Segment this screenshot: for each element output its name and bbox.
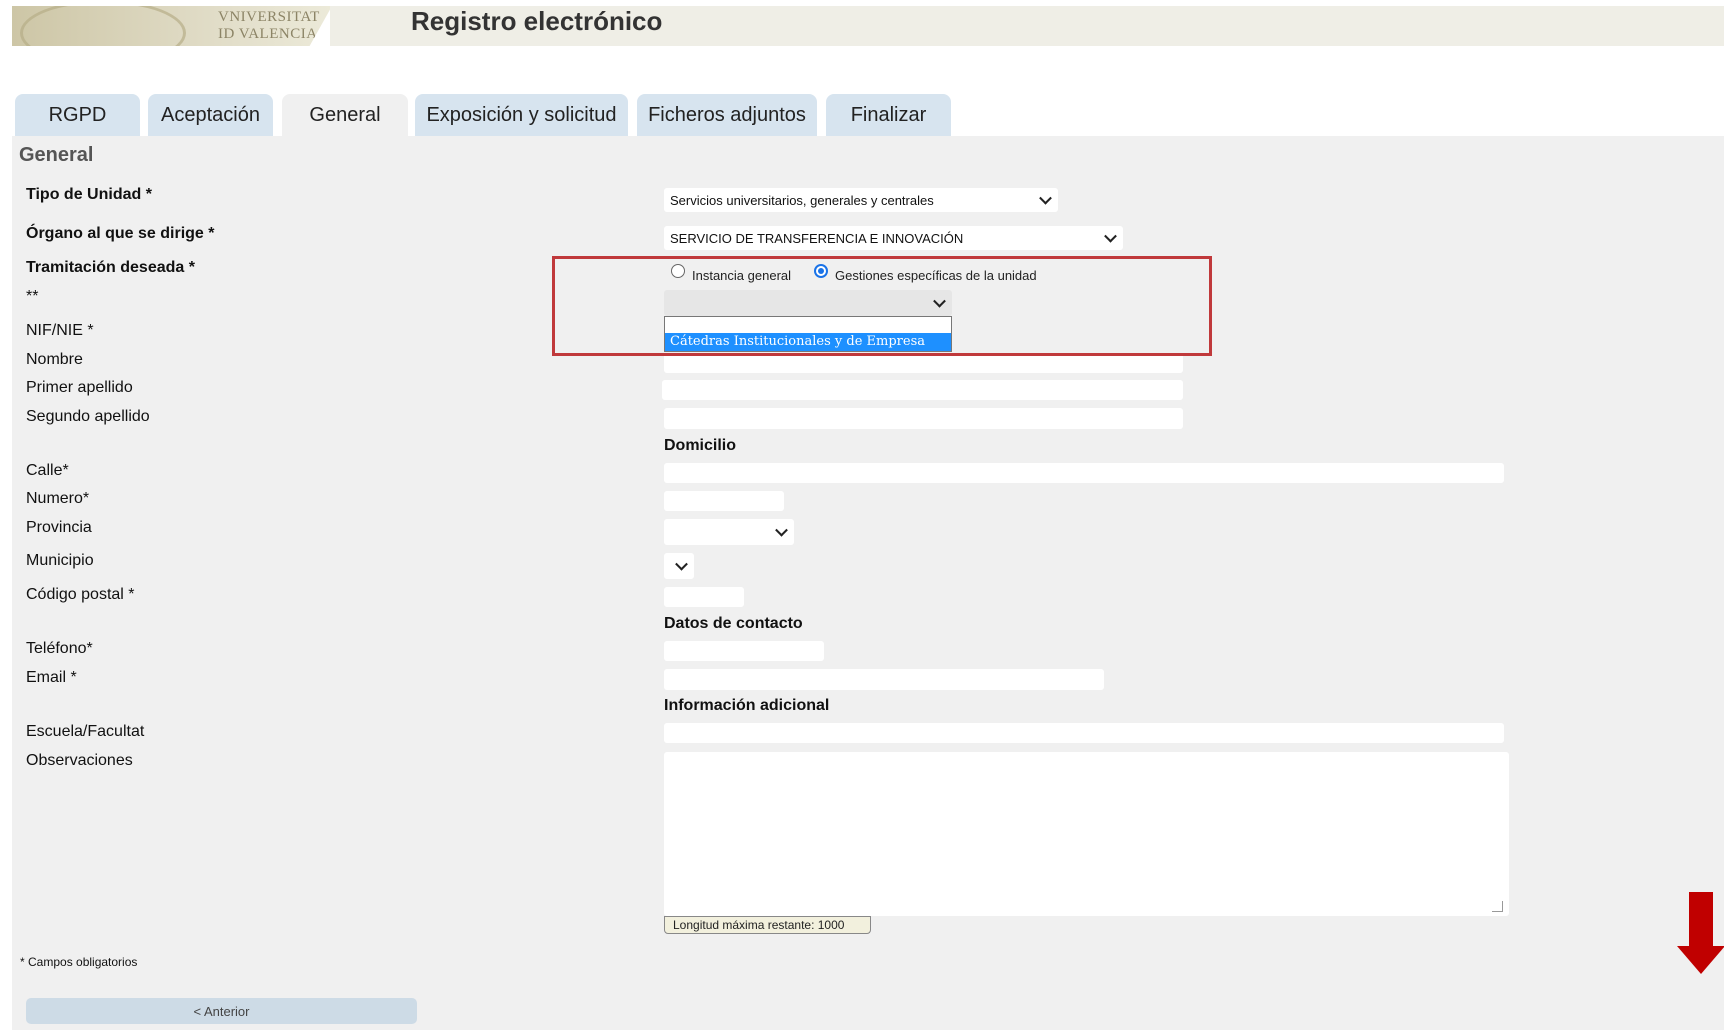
escuela-input[interactable] bbox=[664, 723, 1504, 743]
calle-input[interactable] bbox=[664, 463, 1504, 483]
telefono-input[interactable] bbox=[664, 641, 824, 661]
logo-text: VNIVERSITAT ID VALENCIA bbox=[218, 9, 320, 43]
university-logo: VNIVERSITAT ID VALENCIA bbox=[12, 6, 332, 46]
numero-label: Numero* bbox=[26, 490, 90, 507]
seal-icon bbox=[20, 6, 186, 46]
nombre-label: Nombre bbox=[26, 351, 83, 368]
codigo-postal-input[interactable] bbox=[664, 587, 744, 607]
section-title: General bbox=[19, 144, 94, 166]
logo-text-line2: ID VALENCIA bbox=[218, 26, 318, 42]
info-adicional-heading: Información adicional bbox=[664, 697, 830, 714]
char-counter: Longitud máxima restante: 1000 bbox=[664, 916, 871, 934]
telefono-label: Teléfono* bbox=[26, 640, 93, 657]
page-title: Registro electrónico bbox=[411, 6, 663, 36]
chevron-down-icon bbox=[1039, 191, 1052, 205]
municipio-label: Municipio bbox=[26, 552, 94, 569]
domicilio-heading: Domicilio bbox=[664, 437, 737, 454]
organo-label: Órgano al que se dirige * bbox=[26, 225, 215, 242]
nif-label: NIF/NIE * bbox=[26, 322, 94, 339]
primer-apellido-input[interactable] bbox=[662, 380, 1183, 400]
provincia-label: Provincia bbox=[26, 519, 92, 536]
provincia-select[interactable] bbox=[664, 519, 794, 545]
calle-label: Calle* bbox=[26, 462, 69, 479]
organo-select[interactable]: SERVICIO DE TRANSFERENCIA E INNOVACIÓN bbox=[664, 226, 1123, 250]
escuela-label: Escuela/Facultat bbox=[26, 723, 145, 740]
tab-ficheros-adjuntos[interactable]: Ficheros adjuntos bbox=[637, 94, 817, 136]
chevron-down-icon bbox=[675, 557, 688, 571]
nombre-input[interactable] bbox=[664, 353, 1183, 373]
tab-general[interactable]: General bbox=[282, 94, 408, 136]
primer-apellido-label: Primer apellido bbox=[26, 379, 133, 396]
tipo-unidad-value: Servicios universitarios, generales y ce… bbox=[670, 192, 934, 208]
logo-text-line1: VNIVERSITAT bbox=[218, 9, 320, 25]
email-input[interactable] bbox=[664, 669, 1104, 690]
tab-finalizar[interactable]: Finalizar bbox=[826, 94, 951, 136]
municipio-select[interactable] bbox=[664, 553, 694, 579]
organo-value: SERVICIO DE TRANSFERENCIA E INNOVACIÓN bbox=[670, 230, 964, 246]
segundo-apellido-label: Segundo apellido bbox=[26, 408, 150, 425]
datos-contacto-heading: Datos de contacto bbox=[664, 615, 803, 632]
chevron-down-icon bbox=[1104, 229, 1117, 243]
previous-button[interactable]: < Anterior bbox=[26, 998, 417, 1024]
tab-exposicion-solicitud[interactable]: Exposición y solicitud bbox=[415, 94, 628, 136]
numero-input[interactable] bbox=[664, 491, 784, 511]
down-arrow-head-icon bbox=[1677, 946, 1724, 974]
resize-handle-icon[interactable] bbox=[1492, 901, 1503, 912]
required-fields-note: * Campos obligatorios bbox=[20, 955, 138, 969]
segundo-apellido-input[interactable] bbox=[664, 408, 1183, 429]
tab-rgpd[interactable]: RGPD bbox=[15, 94, 140, 136]
double-star-label: ** bbox=[26, 288, 39, 305]
email-label: Email * bbox=[26, 669, 77, 686]
down-arrow-icon bbox=[1689, 892, 1713, 946]
tab-aceptacion[interactable]: Aceptación bbox=[148, 94, 273, 136]
observaciones-label: Observaciones bbox=[26, 752, 133, 769]
tipo-unidad-label: Tipo de Unidad * bbox=[26, 186, 152, 203]
chevron-down-icon bbox=[775, 523, 788, 537]
tramitacion-label: Tramitación deseada * bbox=[26, 259, 195, 276]
annotation-highlight-box bbox=[552, 256, 1212, 356]
observaciones-textarea[interactable] bbox=[664, 752, 1509, 916]
codigo-postal-label: Código postal * bbox=[26, 586, 135, 603]
tipo-unidad-select[interactable]: Servicios universitarios, generales y ce… bbox=[664, 188, 1058, 212]
